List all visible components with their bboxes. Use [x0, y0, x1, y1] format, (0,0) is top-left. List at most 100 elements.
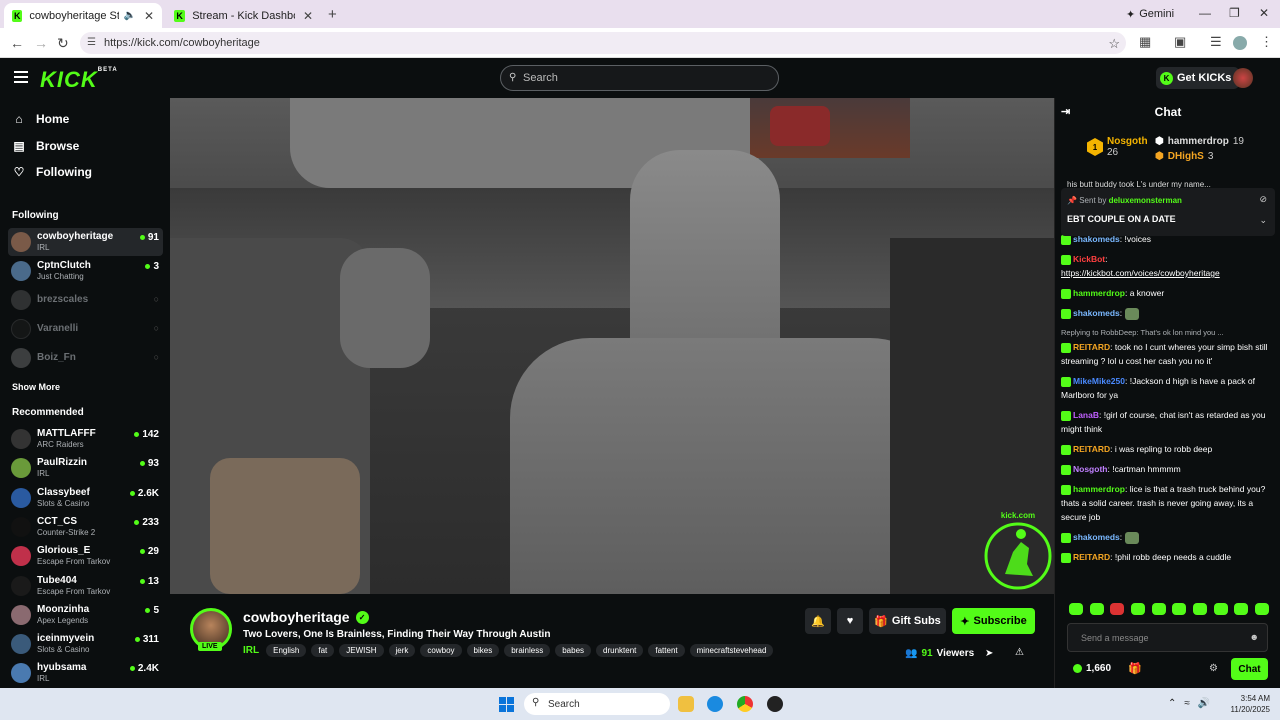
clock[interactable]: 3:54 AM 11/20/2025 — [1226, 693, 1270, 715]
emote-icon[interactable] — [1069, 603, 1083, 615]
stream-tag[interactable]: cowboy — [420, 644, 462, 657]
user-avatar[interactable] — [1233, 68, 1253, 88]
chat-username[interactable]: KickBot — [1073, 254, 1105, 264]
stream-tag[interactable]: brainless — [504, 644, 551, 657]
category-link[interactable]: IRL — [243, 645, 259, 656]
chat-username[interactable]: hammerdrop — [1073, 484, 1125, 494]
close-window-icon[interactable]: ✕ — [1259, 6, 1269, 20]
chrome-icon[interactable] — [737, 696, 753, 712]
emote-icon[interactable] — [1151, 603, 1166, 615]
new-tab-button[interactable]: + — [328, 6, 337, 23]
follow-button[interactable]: ♥ — [837, 608, 863, 634]
following-channel-offline[interactable]: brezscales ○ — [8, 286, 163, 314]
hide-pin-icon[interactable]: ⊘ — [1259, 194, 1267, 205]
cast-icon[interactable]: ▣ — [1174, 34, 1186, 50]
chat-send-button[interactable]: Chat — [1231, 658, 1268, 680]
emote-icon[interactable] — [1254, 603, 1269, 615]
leaderboard-entry[interactable]: ⬢ DHighS 3 — [1155, 151, 1213, 162]
subscribe-button[interactable]: ✦ Subscribe — [952, 608, 1035, 634]
system-tray[interactable]: ⌃ ≈ 🔊 — [1168, 698, 1210, 709]
recommended-channel[interactable]: MATTLAFFF ARC Raiders 142 — [8, 425, 163, 453]
emote-icon[interactable] — [1089, 603, 1104, 615]
recommended-channel[interactable]: hyubsama IRL 2.4K — [8, 659, 163, 687]
emote-icon[interactable] — [1213, 603, 1228, 615]
close-tab-icon[interactable]: ✕ — [144, 9, 154, 23]
stream-tag[interactable]: English — [266, 644, 307, 657]
chevron-down-icon[interactable]: ⌄ — [1259, 215, 1267, 226]
gift-icon[interactable]: 🎁 — [1128, 662, 1142, 675]
stream-tag[interactable]: JEWISH — [339, 644, 384, 657]
following-channel[interactable]: cowboyheritage IRL 91 — [8, 228, 163, 256]
chat-username[interactable]: REITARD — [1073, 552, 1110, 562]
kicks-balance[interactable]: 1,660 — [1073, 663, 1111, 674]
menu-dots-icon[interactable]: ⋮ — [1260, 34, 1273, 50]
close-tab-icon[interactable]: ✕ — [303, 9, 313, 23]
stream-tag[interactable]: minecraftstevehead — [689, 644, 774, 657]
chat-username[interactable]: shakomeds — [1073, 532, 1120, 542]
stream-tag[interactable]: bikes — [466, 644, 500, 657]
emoji-icon[interactable]: ☻ — [1250, 632, 1259, 642]
chat-username[interactable]: MikeMike250 — [1073, 376, 1125, 386]
show-more-link[interactable]: Show More — [12, 382, 60, 392]
emote-icon[interactable] — [1130, 603, 1145, 615]
gift-subs-button[interactable]: 🎁 Gift Subs — [869, 608, 946, 634]
recommended-channel[interactable]: Glorious_E Escape From Tarkov 29 — [8, 542, 163, 570]
leaderboard-entry[interactable]: ⬢ hammerdrop 19 — [1155, 136, 1244, 147]
chat-username[interactable]: REITARD — [1073, 342, 1110, 352]
url-field[interactable]: ☰ https://kick.com/cowboyheritage ☆ — [80, 32, 1126, 54]
report-icon[interactable]: ⚠ — [1015, 647, 1024, 658]
browser-tab[interactable]: K Stream - Kick Dashboard ✕ — [166, 3, 321, 28]
stream-tag[interactable]: drunktent — [596, 644, 644, 657]
streamer-name[interactable]: cowboyheritage ✓ — [243, 609, 369, 625]
following-channel[interactable]: CptnClutch Just Chatting 3 — [8, 257, 163, 285]
chat-link[interactable]: https://kickbot.com/voices/cowboyheritag… — [1061, 268, 1220, 278]
profile-avatar[interactable] — [1233, 36, 1247, 50]
recommended-channel[interactable]: Classybeef Slots & Casino 2.6K — [8, 484, 163, 512]
chat-username[interactable]: shakomeds — [1073, 308, 1120, 318]
back-icon[interactable]: ← — [10, 35, 24, 51]
notification-bell-button[interactable]: 🔔 — [805, 608, 831, 634]
site-info-icon[interactable]: ☰ — [87, 37, 96, 48]
emote-icon[interactable] — [1234, 603, 1249, 615]
browser-tab-active[interactable]: K cowboyheritage Stream - V 🔈 ✕ — [4, 3, 162, 28]
chat-username[interactable]: Nosgoth — [1073, 464, 1107, 474]
extensions-icon[interactable]: ▦ — [1139, 34, 1151, 50]
reload-icon[interactable]: ↻ — [57, 35, 69, 52]
hamburger-menu-icon[interactable] — [14, 71, 28, 86]
bookmark-star-icon[interactable]: ☆ — [1108, 36, 1120, 52]
collapse-chat-icon[interactable]: ⇥ — [1061, 105, 1070, 118]
pinned-message[interactable]: 📌 Sent by deluxemonsterman EBT COUPLE ON… — [1061, 188, 1275, 236]
chat-input[interactable]: Send a message ☻ — [1067, 623, 1268, 652]
gear-icon[interactable]: ⚙ — [1209, 663, 1218, 674]
emote-icon[interactable] — [1172, 603, 1187, 615]
chat-username[interactable]: REITARD — [1073, 444, 1110, 454]
emote-icon[interactable] — [1110, 603, 1125, 615]
recommended-channel[interactable]: Tube404 Escape From Tarkov 13 — [8, 572, 163, 600]
recommended-channel[interactable]: CCT_CS Counter-Strike 2 233 — [8, 513, 163, 541]
maximize-icon[interactable]: ❐ — [1229, 6, 1240, 20]
stream-tag[interactable]: babes — [555, 644, 592, 657]
stream-tag[interactable]: fattent — [648, 644, 685, 657]
app-icon[interactable] — [767, 696, 783, 712]
video-player[interactable] — [170, 98, 1054, 594]
get-kicks-button[interactable]: K Get KICKs — [1156, 67, 1240, 89]
minimize-icon[interactable]: — — [1199, 6, 1211, 20]
speaker-icon[interactable]: 🔈 — [123, 10, 135, 21]
nav-following[interactable]: ♡ Following — [12, 162, 92, 182]
windows-start-icon[interactable] — [499, 697, 514, 712]
edge-icon[interactable] — [707, 696, 723, 712]
leaderboard-entry[interactable]: 1 Nosgoth 26 — [1087, 136, 1148, 158]
search-input[interactable]: ⚲ Search — [500, 65, 779, 91]
emote-icon[interactable] — [1192, 603, 1207, 615]
stream-tag[interactable]: jerk — [388, 644, 416, 657]
chat-username[interactable]: LanaB — [1073, 410, 1099, 420]
share-icon[interactable]: ➤ — [985, 648, 993, 659]
nav-home[interactable]: ⌂ Home — [12, 109, 69, 129]
following-channel-offline[interactable]: Boiz_Fn ○ — [8, 344, 163, 372]
taskbar-search[interactable]: ⚲ Search — [524, 693, 670, 715]
nav-browse[interactable]: ▤ Browse — [12, 136, 79, 156]
recommended-channel[interactable]: PaulRizzin IRL 93 — [8, 454, 163, 482]
kick-logo[interactable]: KICKBETA — [40, 67, 118, 93]
recommended-channel[interactable]: Moonzinha Apex Legends 5 — [8, 601, 163, 629]
media-icon[interactable]: ☰ — [1210, 34, 1222, 50]
